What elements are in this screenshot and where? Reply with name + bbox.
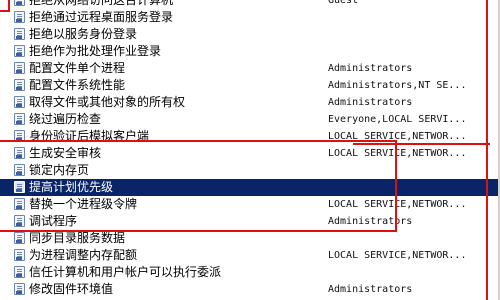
policy-row[interactable]: 为进程调整内存配额 LOCAL SERVICE,NETWOR...: [0, 247, 498, 264]
policy-row[interactable]: 提高计划优先级: [0, 179, 498, 196]
policy-icon: [14, 283, 25, 295]
policy-name: 拒绝以服务身份登录: [29, 27, 138, 41]
policy-name: 拒绝通过远程桌面服务登录: [29, 10, 174, 24]
policy-row[interactable]: 修改固件环境值 Administrators: [0, 281, 498, 298]
policy-icon: [14, 249, 25, 261]
policy-icon: [14, 45, 25, 57]
security-setting: LOCAL SERVICE,NETWOR...: [328, 250, 467, 261]
policy-row[interactable]: 信任计算机和用户帐户可以执行委派: [0, 264, 498, 281]
security-setting: Administrators,NT SE...: [328, 80, 467, 91]
policy-name: 调试程序: [29, 214, 78, 228]
policy-row[interactable]: 生成安全审核 LOCAL SERVICE,NETWOR...: [0, 145, 498, 162]
policy-name: 取得文件或其他对象的所有权: [29, 95, 186, 109]
policy-name: 同步目录服务数据: [29, 231, 126, 245]
policy-row[interactable]: 绕过遍历检查 Everyone,LOCAL SERVI...: [0, 111, 498, 128]
policy-name: 拒绝作为批处理作业登录: [29, 44, 162, 58]
security-setting: Administrators: [328, 97, 413, 108]
security-setting: LOCAL SERVICE,NETWOR...: [328, 131, 467, 142]
policy-name: 锁定内存页: [29, 163, 90, 177]
policy-name: 为进程调整内存配额: [29, 248, 138, 262]
policy-row[interactable]: 身份验证后模拟客户端 LOCAL SERVICE,NETWOR...: [0, 128, 498, 145]
security-setting: LOCAL SERVICE,NETWOR...: [328, 199, 467, 210]
policy-icon: [14, 113, 25, 125]
user-rights-list: 拒绝从网络访问这台计算机 Guest 拒绝通过远程桌面服务登录 拒绝以服务身份登录 拒绝…: [0, 0, 500, 300]
policy-row[interactable]: 拒绝作为批处理作业登录: [0, 43, 498, 60]
policy-row[interactable]: 配置文件单个进程 Administrators: [0, 60, 498, 77]
policy-name: 替换一个进程级令牌: [29, 197, 138, 211]
policy-icon: [14, 130, 25, 142]
policy-icon: [14, 232, 25, 244]
policy-name: 拒绝从网络访问这台计算机: [29, 0, 174, 7]
security-setting: Administrators: [328, 63, 413, 74]
policy-row[interactable]: 拒绝以服务身份登录: [0, 26, 498, 43]
policy-row[interactable]: 配置文件系统性能 Administrators,NT SE...: [0, 77, 498, 94]
policy-name: 绕过遍历检查: [29, 112, 102, 126]
policy-icon: [14, 79, 25, 91]
policy-row[interactable]: 锁定内存页: [0, 162, 498, 179]
policy-name: 提高计划优先级: [29, 180, 114, 194]
policy-icon: [14, 11, 25, 23]
policy-icon: [14, 62, 25, 74]
policy-icon: [14, 28, 25, 40]
policy-name: 信任计算机和用户帐户可以执行委派: [29, 265, 222, 279]
policy-row[interactable]: 拒绝通过远程桌面服务登录: [0, 9, 498, 26]
security-setting: Guest: [328, 0, 359, 6]
policy-name: 修改固件环境值: [29, 282, 114, 296]
policy-name: 配置文件系统性能: [29, 78, 126, 92]
policy-row[interactable]: 同步目录服务数据: [0, 230, 498, 247]
policy-icon: [14, 164, 25, 176]
security-setting: Everyone,LOCAL SERVI...: [328, 114, 467, 125]
policy-icon: [14, 198, 25, 210]
policy-icon: [14, 0, 25, 6]
policy-icon: [14, 147, 25, 159]
policy-icon: [14, 215, 25, 227]
security-setting: Administrators: [328, 284, 413, 295]
policy-name: 身份验证后模拟客户端: [29, 129, 150, 143]
policy-icon: [14, 96, 25, 108]
policy-icon: [14, 266, 25, 278]
policy-name: 配置文件单个进程: [29, 61, 126, 75]
policy-row[interactable]: 调试程序 Administrators: [0, 213, 498, 230]
security-setting: LOCAL SERVICE,NETWOR...: [328, 148, 467, 159]
policy-row[interactable]: 替换一个进程级令牌 LOCAL SERVICE,NETWOR...: [0, 196, 498, 213]
policy-name: 生成安全审核: [29, 146, 102, 160]
policy-row[interactable]: 取得文件或其他对象的所有权 Administrators: [0, 94, 498, 111]
policy-row[interactable]: 拒绝从网络访问这台计算机 Guest: [0, 0, 498, 9]
policy-icon: [14, 181, 25, 193]
security-setting: Administrators: [328, 216, 413, 227]
